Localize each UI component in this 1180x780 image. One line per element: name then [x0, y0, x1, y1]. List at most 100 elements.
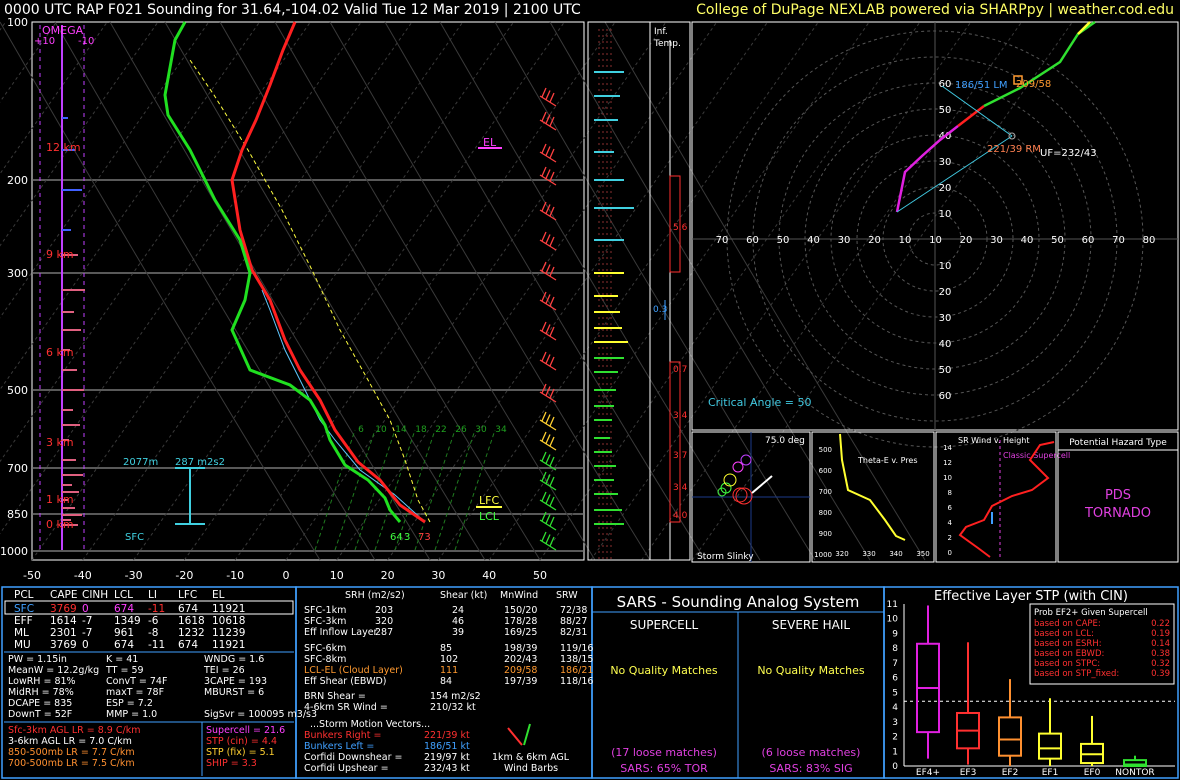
index-cell: DCAPE = 835	[8, 698, 72, 709]
parcel-cell: 1349	[114, 615, 141, 627]
lapse-rate: 850-500mb LR = 7.7 C/km	[8, 747, 135, 758]
kin-cell: 202/43	[504, 654, 537, 665]
stp-ytick: 3	[892, 718, 898, 728]
wind-barb	[539, 531, 557, 551]
thetae-title: Theta-E v. Pres	[857, 456, 918, 465]
stp-ytick: 4	[892, 703, 898, 713]
storm-motion-label: Bunkers Left =	[304, 741, 374, 752]
hazard-title: Potential Hazard Type	[1069, 438, 1167, 448]
kin-cell: 88/27	[560, 616, 587, 627]
srw46-label: 4-6km SR Wind =	[304, 702, 388, 713]
thetae-ytick: 1000	[814, 551, 832, 559]
hodo-lm-label: 186/51 LM	[955, 80, 1008, 91]
kin-cell: 198/39	[504, 643, 537, 654]
stp-box	[916, 605, 940, 759]
height-9km: 9 km	[46, 248, 74, 261]
parcel-cell: -8	[148, 627, 158, 639]
parcel-cell: -7	[82, 627, 92, 639]
hodo-x-label: 50	[777, 235, 790, 246]
stp-ytick: 1	[892, 747, 898, 757]
stp-category: EF4+	[916, 768, 940, 778]
mixing-ratio-label: 18	[415, 425, 427, 435]
kin-row-label: LCL-EL (Cloud Layer)	[304, 665, 403, 676]
slinky-circle	[732, 487, 748, 503]
wind-barb	[539, 143, 557, 163]
stp-prob-label: based on CAPE:	[1034, 619, 1101, 629]
kin-cell: 197/39	[504, 676, 537, 687]
stp-category: EF2	[1002, 768, 1019, 778]
kin-cell: 150/20	[504, 605, 537, 616]
height-12km: 12 km	[46, 141, 81, 154]
stp-box	[1123, 755, 1147, 767]
hodo-ring-label: 20	[939, 183, 952, 194]
parcel-header: CINH	[82, 589, 108, 601]
temp-tick: 20	[381, 569, 395, 582]
sars-hail-match: No Quality Matches	[757, 664, 865, 677]
stp-ytick: 9	[892, 629, 898, 639]
srwind-ytick: 12	[943, 459, 952, 467]
stp-prob-label: based on ESRH:	[1034, 639, 1102, 649]
inf-temp-label-1: 5.6	[673, 223, 688, 233]
kin-cell: 209/58	[504, 665, 537, 676]
storm-motion-value: 219/97 kt	[424, 752, 470, 763]
hodo-x-label: 40	[1021, 235, 1034, 246]
kin-cell: 24	[452, 605, 464, 616]
slinky-circle	[735, 487, 753, 505]
thetae-profile	[839, 433, 906, 541]
mixing-ratio-line	[454, 429, 496, 551]
parcel-cell: -6	[148, 615, 159, 627]
p-label-300: 300	[7, 267, 28, 280]
parcel-cell: MU	[14, 639, 31, 651]
sars-hail-pct: SARS: 83% SIG	[769, 762, 852, 775]
kin-header: SRH (m2/s2)	[345, 590, 405, 601]
parcel-cell: 674	[114, 639, 134, 651]
hazard-value-2: TORNADO	[1084, 506, 1151, 521]
index-cell: TT = 59	[105, 665, 144, 676]
hodo-x-label: 70	[1112, 235, 1125, 246]
stp-box	[956, 642, 980, 765]
parcel-cell: 3769	[50, 603, 77, 615]
srwind-ytick: 8	[948, 489, 952, 497]
p-label-850: 850	[7, 508, 28, 521]
sounding-root: 0000 UTC RAP F021 Sounding for 31.64,-10…	[0, 0, 1180, 780]
parcel-cell: 674	[114, 603, 134, 615]
temp-tick: -10	[226, 569, 244, 582]
inf-temp-label-4: 3.4	[673, 411, 688, 421]
sfc-dewpoint: 64	[390, 532, 403, 543]
lcl-label: LCL	[479, 510, 500, 523]
parcel-cell: 674	[178, 603, 198, 615]
stp-box	[1038, 698, 1062, 766]
temp-tick: -30	[125, 569, 143, 582]
thetae-xtick: 330	[862, 550, 875, 558]
parcel-header: PCL	[14, 589, 34, 601]
stp-prob-value: 0.14	[1151, 639, 1170, 649]
storm-motion-label: Bunkers Right =	[304, 730, 381, 741]
stp-prob-title: Prob EF2+ Given Supercell	[1034, 608, 1148, 618]
inf-temp-title-2: Temp.	[653, 39, 681, 49]
dry-adiabat	[384, 21, 706, 561]
stp-ytick: 2	[892, 733, 898, 743]
mixing-ratio-label: 26	[455, 425, 467, 435]
parcel-cell: 0	[82, 603, 89, 615]
sfc-wind: 3	[404, 532, 410, 543]
stp-prob-label: based on LCL:	[1034, 629, 1094, 639]
parcel-cell: -11	[148, 639, 165, 651]
srwind-ytick: 4	[948, 519, 953, 527]
index-cell: MeanW = 12.2g/kg	[8, 665, 99, 676]
srw46-value: 210/32 kt	[430, 702, 476, 713]
lapse-rate: Sfc-3km AGL LR = 8.9 C/km	[8, 725, 140, 736]
composite-index: Supercell = 21.6	[206, 725, 285, 736]
stp-prob-label: based on EBWD:	[1034, 649, 1104, 659]
dry-adiabat	[0, 21, 321, 561]
slinky-circle	[723, 473, 737, 487]
sars-sup-loose: (17 loose matches)	[611, 746, 717, 759]
parcel-cell: -7	[82, 615, 92, 627]
wind-barb	[539, 231, 557, 251]
parcel-cell: 1614	[50, 615, 77, 627]
inf-temp-label-7: 4.0	[673, 511, 688, 521]
stp-category: EF1	[1042, 768, 1059, 778]
kin-row-label: SFC-8km	[304, 654, 346, 665]
index-cell: SigSvr = 100095 m3/s3	[204, 709, 317, 720]
hodo-mean-label: 209/58	[1016, 79, 1051, 90]
slinky-title: Storm Slinky	[697, 552, 754, 562]
